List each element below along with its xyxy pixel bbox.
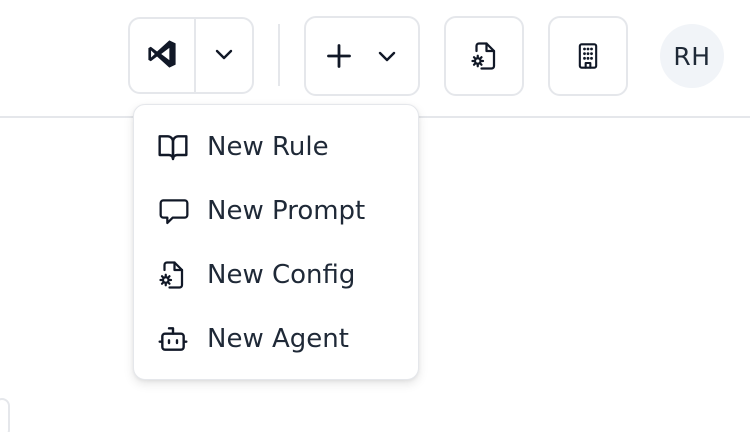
message-square-icon <box>157 194 191 228</box>
background-panel-edge <box>0 398 10 432</box>
editor-split-button <box>128 17 254 94</box>
app-page: RH New Rule New Prompt New Config New Ag… <box>0 0 750 432</box>
toolbar-divider <box>278 24 280 86</box>
file-gear-icon <box>469 41 499 71</box>
organization-button[interactable] <box>548 16 628 96</box>
add-new-dropdown-menu: New Rule New Prompt New Config New Agent <box>133 104 419 380</box>
menu-item-new-prompt[interactable]: New Prompt <box>134 179 418 243</box>
config-button[interactable] <box>444 16 524 96</box>
menu-item-new-rule[interactable]: New Rule <box>134 115 418 179</box>
menu-item-new-agent[interactable]: New Agent <box>134 307 418 371</box>
add-new-button[interactable] <box>304 16 420 96</box>
vscode-icon <box>146 38 178 74</box>
open-in-editor-button[interactable] <box>130 19 196 92</box>
menu-item-label: New Prompt <box>207 196 366 226</box>
file-gear-icon <box>157 258 191 292</box>
editor-dropdown-button[interactable] <box>196 19 252 92</box>
menu-item-label: New Config <box>207 260 356 290</box>
chevron-down-icon <box>212 42 236 70</box>
menu-item-new-config[interactable]: New Config <box>134 243 418 307</box>
plus-icon <box>325 42 353 70</box>
bot-icon <box>157 322 191 356</box>
book-open-icon <box>157 130 191 164</box>
top-toolbar: RH <box>0 0 750 118</box>
avatar-initials: RH <box>673 41 711 71</box>
user-avatar[interactable]: RH <box>660 24 724 88</box>
building-icon <box>574 41 602 71</box>
chevron-down-icon <box>375 44 399 68</box>
menu-item-label: New Rule <box>207 132 329 162</box>
menu-item-label: New Agent <box>207 324 349 354</box>
